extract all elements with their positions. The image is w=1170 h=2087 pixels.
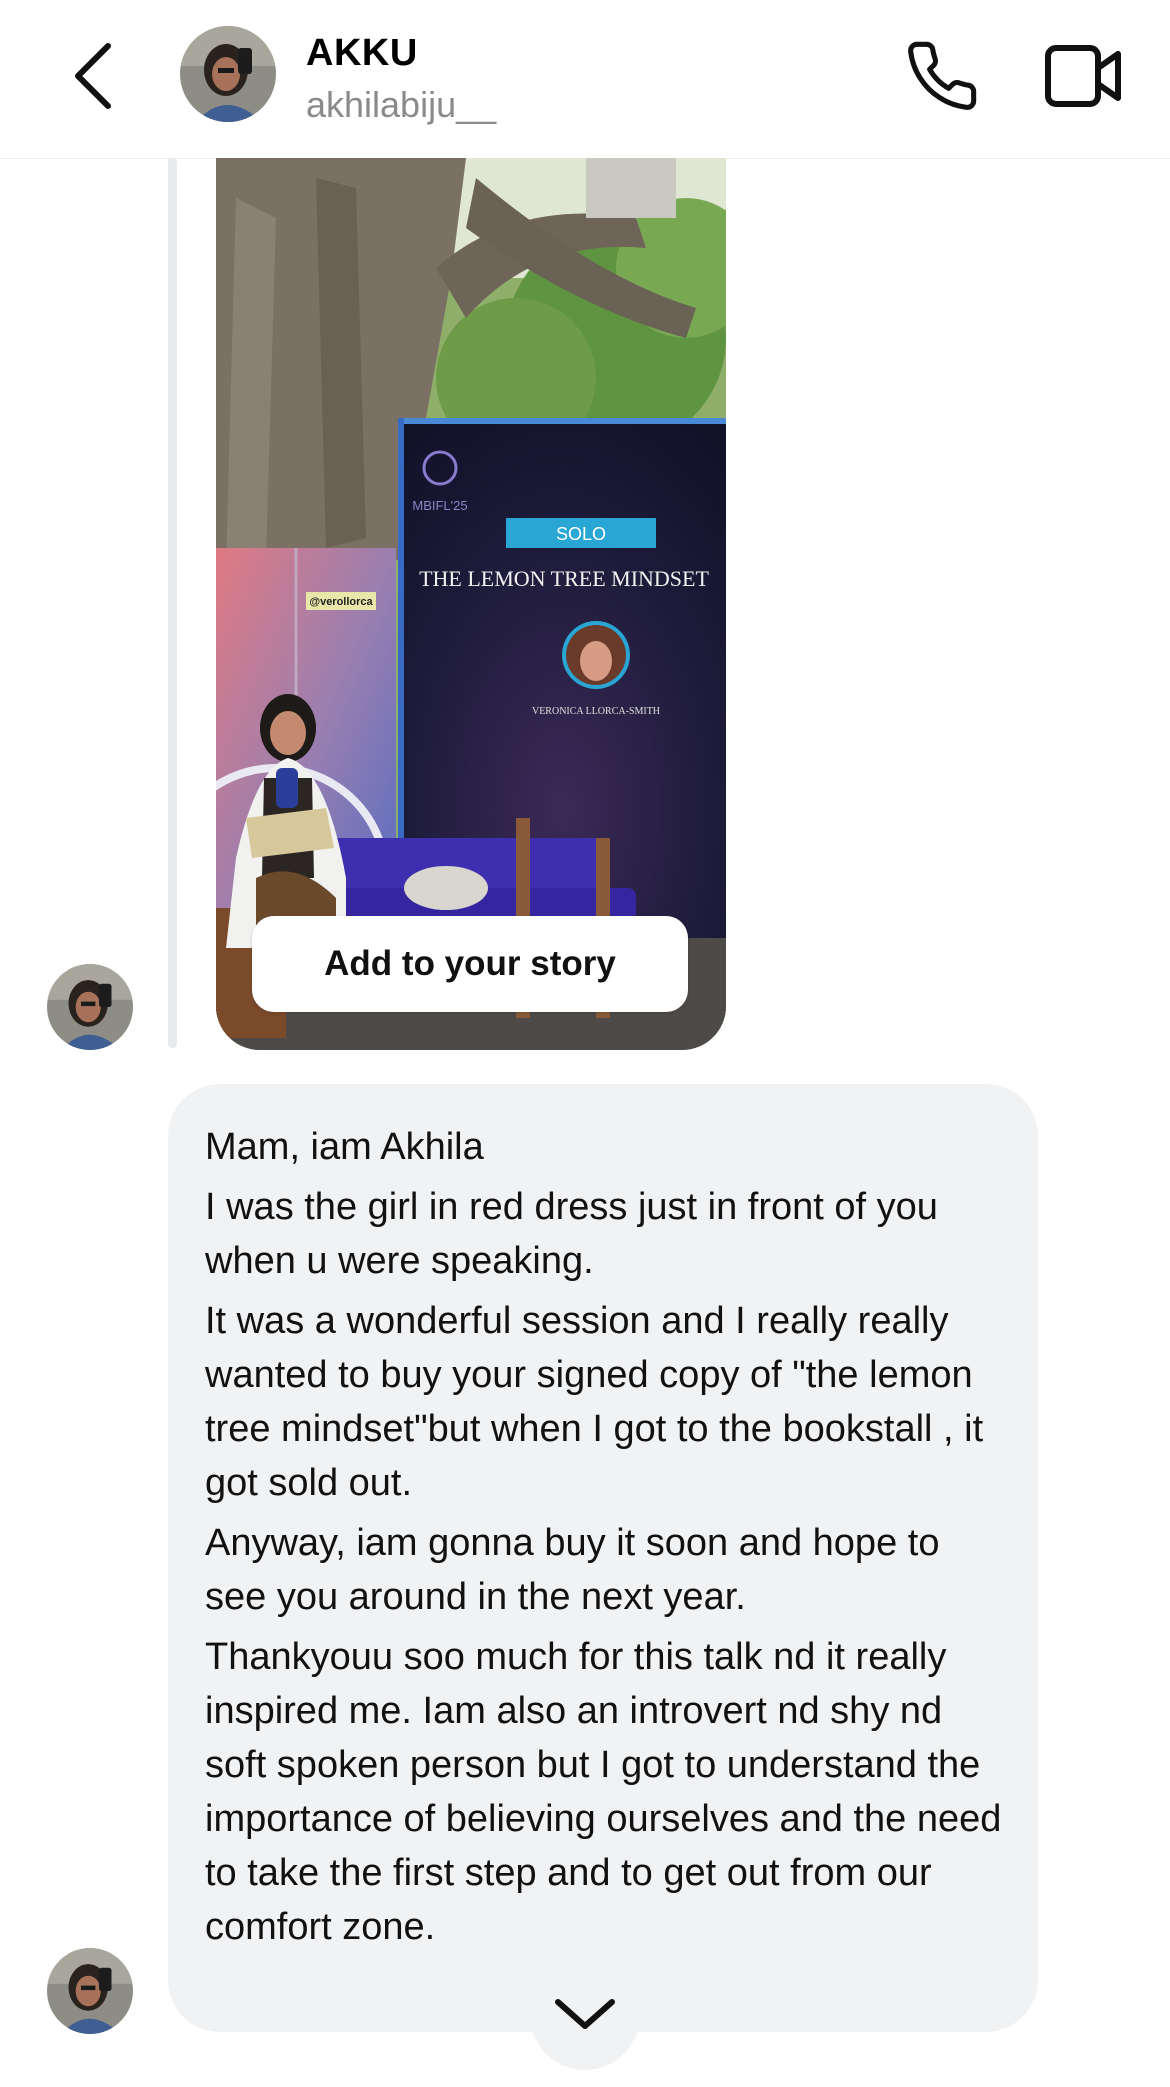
message-paragraph: Thankyouu soo much for this talk nd it r… bbox=[205, 1636, 1002, 1948]
video-call-button[interactable] bbox=[1044, 42, 1124, 110]
screen-tag: SOLO bbox=[556, 524, 606, 544]
shared-story-card[interactable]: @verollorca MBIFL'25 SOLO THE LEMON TREE… bbox=[216, 158, 726, 1050]
contact-name[interactable]: AKKU bbox=[306, 32, 418, 75]
screen-title: THE LEMON TREE MINDSET bbox=[419, 566, 709, 591]
message-paragraph: I was the girl in red dress just in fron… bbox=[205, 1186, 938, 1282]
name-card: @verollorca bbox=[309, 596, 373, 608]
screen-logo: MBIFL'25 bbox=[412, 498, 467, 513]
sender-avatar[interactable] bbox=[47, 1948, 133, 2034]
video-camera-icon bbox=[1045, 45, 1121, 107]
sender-avatar[interactable] bbox=[47, 964, 133, 1050]
audio-call-button[interactable] bbox=[904, 38, 980, 114]
message-bubble[interactable]: Mam, iam Akhila I was the girl in red dr… bbox=[168, 1084, 1038, 2032]
back-button[interactable] bbox=[66, 36, 126, 116]
chat-header: AKKU akhilabiju__ bbox=[0, 0, 1170, 159]
message-paragraph: It was a wonderful session and I really … bbox=[205, 1300, 984, 1504]
reply-thread-line bbox=[168, 158, 177, 1048]
chevron-down-icon bbox=[555, 1999, 615, 2029]
add-to-story-button[interactable]: Add to your story bbox=[252, 916, 688, 1012]
contact-handle[interactable]: akhilabiju__ bbox=[306, 84, 496, 126]
screen-speaker: VERONICA LLORCA-SMITH bbox=[532, 706, 660, 717]
message-paragraph: Mam, iam Akhila bbox=[205, 1126, 484, 1168]
back-chevron-icon bbox=[75, 43, 111, 109]
message-paragraph: Anyway, iam gonna buy it soon and hope t… bbox=[205, 1522, 940, 1618]
scroll-to-bottom-button[interactable] bbox=[530, 1960, 640, 2070]
phone-icon bbox=[908, 41, 977, 110]
avatar[interactable] bbox=[180, 26, 276, 122]
